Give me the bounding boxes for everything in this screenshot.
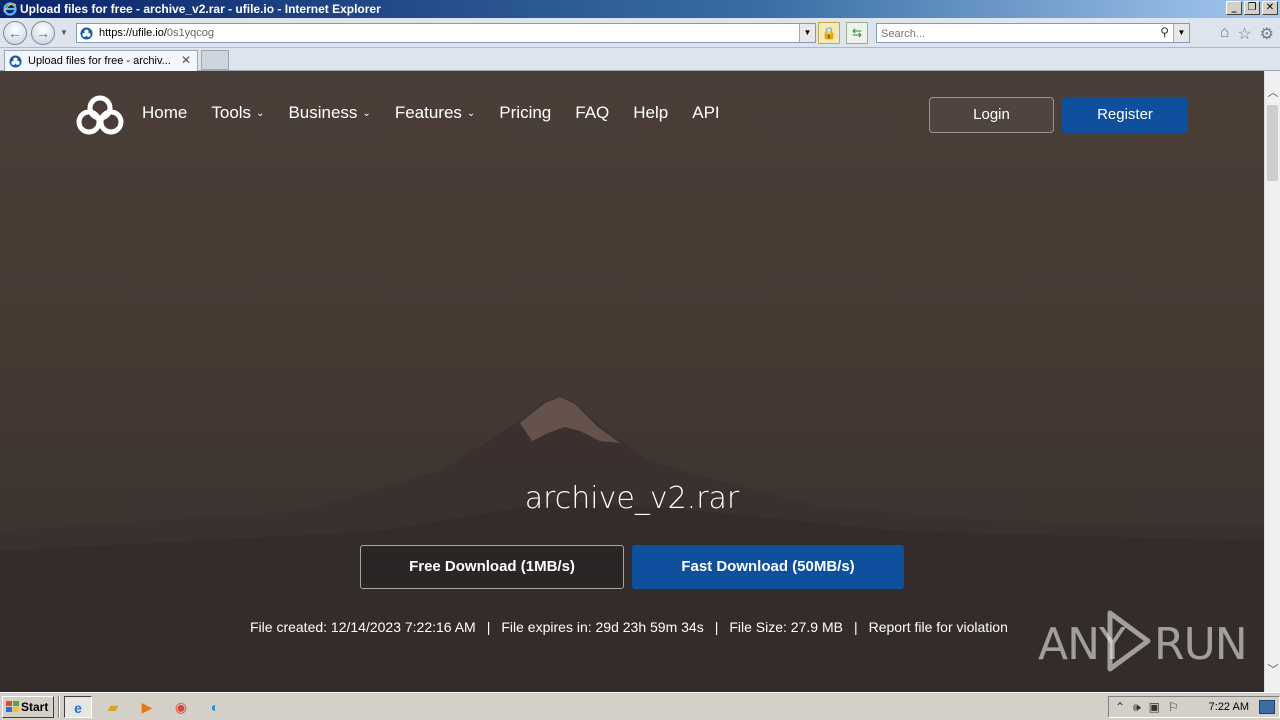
taskbar-chrome[interactable]: ◉ — [167, 696, 195, 718]
taskbar-explorer[interactable]: ▰ — [99, 696, 127, 718]
home-icon[interactable]: ⌂ — [1220, 24, 1230, 44]
taskbar-edge[interactable]: ◐ — [201, 696, 229, 718]
show-desktop-icon[interactable] — [1259, 700, 1275, 714]
mountain-background-image — [0, 396, 1264, 692]
file-name-heading: archive_v2.rar — [524, 481, 740, 516]
tab-label: Upload files for free - archiv... — [28, 55, 171, 67]
history-dropdown-icon[interactable]: ▼ — [60, 28, 68, 37]
close-tab-icon[interactable]: ✕ — [181, 53, 191, 67]
file-expires: File expires in: 29d 23h 59m 34s — [501, 619, 704, 635]
play-icon — [1107, 610, 1151, 672]
scroll-up-icon[interactable]: ︿ — [1265, 85, 1280, 101]
refresh-icon: ⇆ — [851, 26, 863, 40]
nav-features[interactable]: Features ⌄ — [395, 103, 475, 123]
nav-help-label: Help — [633, 103, 669, 122]
media-player-icon: ▶ — [141, 699, 153, 715]
scroll-thumb[interactable] — [1267, 105, 1278, 181]
nav-api[interactable]: API — [692, 103, 719, 123]
back-arrow-icon: ← — [8, 25, 22, 41]
report-violation-link[interactable]: Report file for violation — [869, 619, 1008, 635]
address-url: https://ufile.io/0s1yqcog — [99, 27, 214, 39]
forward-button[interactable]: → — [31, 21, 55, 45]
taskbar-media-player[interactable]: ▶ — [133, 696, 161, 718]
nav-api-label: API — [692, 103, 720, 122]
nav-pricing[interactable]: Pricing — [499, 103, 551, 123]
site-nav: Home Tools ⌄ Business ⌄ Features ⌄ Pricing … — [142, 103, 744, 123]
search-input[interactable] — [877, 25, 1147, 43]
search-box[interactable]: ⚲ ▼ — [876, 23, 1190, 43]
nav-home-label: Home — [142, 103, 188, 122]
window-title: Upload files for free - archive_v2.rar -… — [20, 2, 381, 16]
ie-icon: e — [74, 700, 82, 716]
clock[interactable]: 7:22 AM — [1209, 701, 1249, 713]
folder-icon: ▰ — [107, 699, 119, 715]
address-bar[interactable]: https://ufile.io/0s1yqcog ▼ — [76, 23, 816, 43]
taskbar-ie[interactable]: e — [64, 696, 92, 718]
free-download-button[interactable]: Free Download (1MB/s) — [360, 545, 624, 589]
ufile-favicon-icon — [80, 27, 93, 40]
scroll-down-icon[interactable]: ﹀ — [1265, 662, 1280, 678]
file-meta-line: File created: 12/14/2023 7:22:16 AM | File… — [250, 619, 1008, 635]
address-dropdown-icon[interactable]: ▼ — [799, 24, 815, 42]
settings-gear-icon[interactable]: ⚙ — [1260, 24, 1274, 44]
watermark-run: RUN — [1154, 619, 1248, 670]
login-button[interactable]: Login — [929, 97, 1054, 133]
action-center-flag-icon[interactable]: ⚐ — [1168, 700, 1179, 715]
start-label: Start — [21, 700, 49, 714]
url-host: https://ufile.io/ — [99, 27, 167, 39]
refresh-button[interactable]: ⇆ — [846, 22, 868, 44]
nav-faq-label: FAQ — [575, 103, 610, 122]
start-button[interactable]: Start — [2, 696, 54, 718]
tab-active[interactable]: Upload files for free - archiv... ✕ — [4, 50, 198, 71]
taskbar-divider — [58, 696, 60, 718]
nav-tools[interactable]: Tools ⌄ — [211, 103, 264, 123]
anyrun-watermark: ANY RUN — [1038, 609, 1248, 673]
tab-bar: Upload files for free - archiv... ✕ — [0, 48, 1280, 71]
windows-taskbar: Start e ▰ ▶ ◉ ◐ ⌃ 🕪 ▣ ⚐ 7:22 AM — [0, 692, 1280, 720]
back-button[interactable]: ← — [3, 21, 27, 45]
meta-separator: | — [714, 619, 719, 635]
browser-toolbar: ← → ▼ https://ufile.io/0s1yqcog ▼ 🔒 ⇆ ⚲ … — [0, 18, 1280, 48]
restore-button[interactable]: ❐ — [1244, 1, 1260, 15]
ufile-logo — [76, 95, 124, 135]
nav-home[interactable]: Home — [142, 103, 187, 123]
close-window-button[interactable]: ✕ — [1262, 1, 1278, 15]
lock-icon[interactable]: 🔒 — [818, 22, 840, 44]
file-size: File Size: 27.9 MB — [729, 619, 843, 635]
fast-download-button[interactable]: Fast Download (50MB/s) — [632, 545, 904, 589]
nav-features-label: Features — [394, 103, 462, 122]
chevron-down-icon: ⌄ — [256, 107, 265, 119]
chrome-icon: ◉ — [174, 699, 188, 715]
favorites-star-icon[interactable]: ☆ — [1237, 24, 1251, 44]
network-icon[interactable]: ▣ — [1149, 700, 1160, 715]
ufile-tab-favicon-icon — [9, 55, 22, 68]
search-dropdown-icon[interactable]: ▼ — [1173, 24, 1189, 42]
search-icon[interactable]: ⚲ — [1160, 25, 1169, 39]
internet-explorer-icon — [3, 2, 17, 16]
nav-business-label: Business — [288, 103, 358, 122]
file-created: File created: 12/14/2023 7:22:16 AM — [250, 619, 476, 635]
nav-tools-label: Tools — [211, 103, 252, 122]
window-title-bar: Upload files for free - archive_v2.rar -… — [0, 0, 1280, 18]
minimize-button[interactable]: _ — [1226, 1, 1242, 15]
chevron-down-icon: ⌄ — [466, 107, 476, 119]
system-tray: ⌃ 🕪 ▣ ⚐ 7:22 AM — [1108, 696, 1280, 718]
nav-business[interactable]: Business ⌄ — [288, 103, 370, 123]
vertical-scrollbar[interactable]: ︿ ﹀ — [1264, 71, 1280, 692]
nav-faq[interactable]: FAQ — [575, 103, 609, 123]
tray-expand-icon[interactable]: ⌃ — [1115, 700, 1125, 715]
nav-pricing-label: Pricing — [499, 103, 552, 122]
nav-help[interactable]: Help — [633, 103, 668, 123]
new-tab-button[interactable] — [201, 50, 229, 70]
forward-arrow-icon: → — [36, 25, 50, 41]
url-path: 0s1yqcog — [166, 27, 214, 39]
chevron-down-icon: ⌄ — [362, 107, 371, 119]
meta-separator: | — [486, 619, 491, 635]
windows-logo-icon — [6, 701, 19, 712]
meta-separator: | — [853, 619, 858, 635]
page-viewport: Home Tools ⌄ Business ⌄ Features ⌄ Pricing … — [0, 71, 1264, 692]
edge-icon: ◐ — [210, 699, 220, 715]
register-button[interactable]: Register — [1062, 97, 1188, 133]
volume-icon[interactable]: 🕪 — [1133, 700, 1141, 715]
